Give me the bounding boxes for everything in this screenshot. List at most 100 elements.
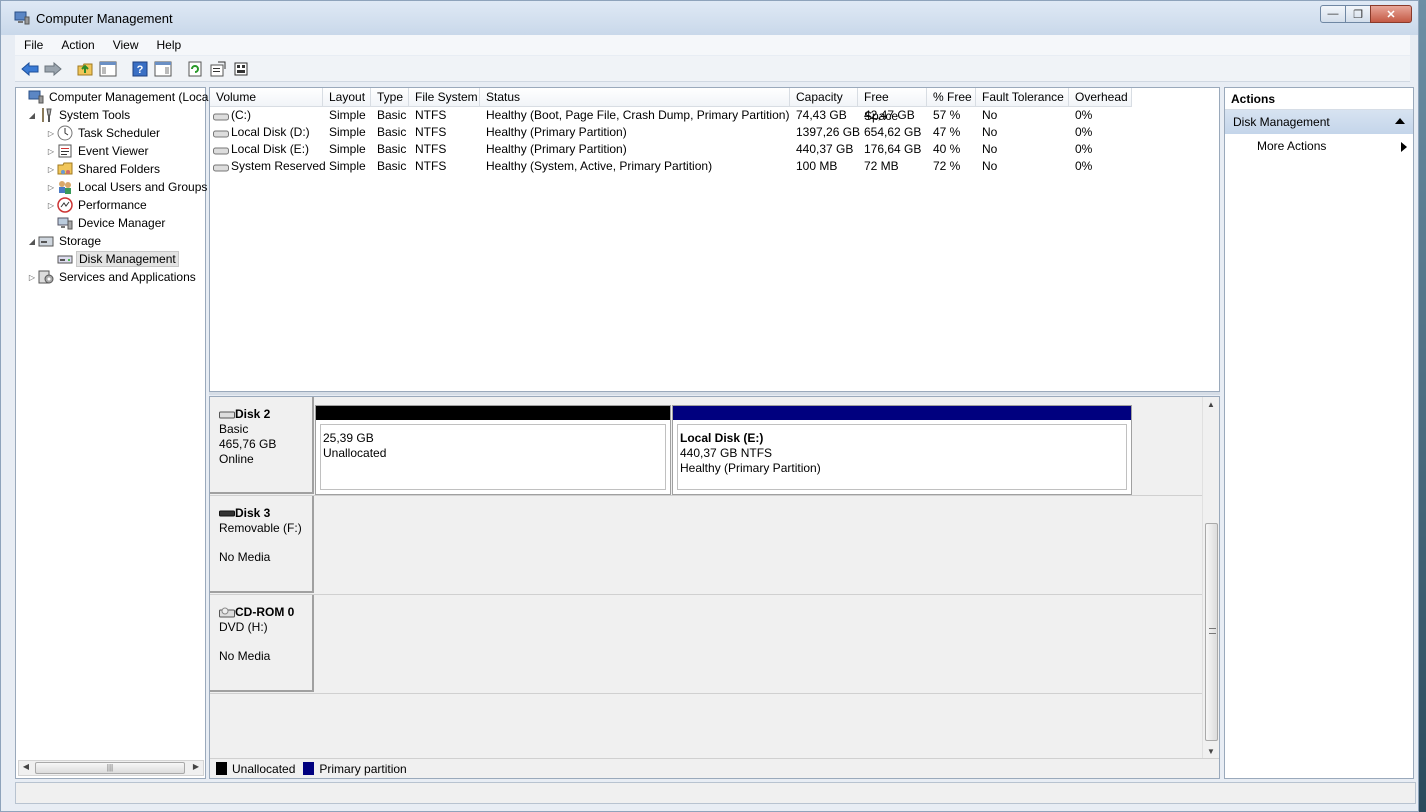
column-header-overhead[interactable]: Overhead bbox=[1069, 88, 1132, 107]
export-list-button[interactable] bbox=[230, 58, 252, 80]
collapsed-arrow-icon[interactable]: ▷ bbox=[45, 165, 57, 174]
refresh-button[interactable] bbox=[184, 58, 206, 80]
partition-status: Healthy (Primary Partition) bbox=[680, 461, 821, 475]
collapsed-arrow-icon[interactable]: ▷ bbox=[26, 273, 38, 282]
back-button[interactable] bbox=[19, 58, 41, 80]
tree-item-performance[interactable]: ▷ Performance bbox=[45, 196, 149, 214]
up-button[interactable] bbox=[74, 58, 96, 80]
column-header-volume[interactable]: Volume bbox=[210, 88, 323, 107]
collapsed-arrow-icon[interactable]: ▷ bbox=[45, 183, 57, 192]
more-actions-item[interactable]: More Actions bbox=[1225, 134, 1413, 158]
menu-view[interactable]: View bbox=[104, 38, 148, 52]
expanded-arrow-icon[interactable]: ◢ bbox=[26, 237, 38, 246]
tree-item-disk-management[interactable]: Disk Management bbox=[45, 250, 179, 268]
cell-layout: Simple bbox=[329, 142, 366, 156]
shared-folder-icon bbox=[57, 161, 73, 177]
scroll-up-icon[interactable]: ▲ bbox=[1203, 400, 1219, 409]
partition-unallocated[interactable]: 25,39 GB Unallocated bbox=[315, 405, 671, 495]
column-header-file-system[interactable]: File System bbox=[409, 88, 480, 107]
cell-type: Basic bbox=[377, 159, 407, 173]
unallocated-color-bar bbox=[316, 406, 670, 420]
cell-capacity: 74,43 GB bbox=[796, 108, 847, 122]
cell-file-system: NTFS bbox=[415, 125, 447, 139]
tree-item-device-manager[interactable]: Device Manager bbox=[45, 214, 167, 232]
pane-splitter[interactable] bbox=[209, 392, 1220, 395]
tree-item-task-scheduler[interactable]: ▷ Task Scheduler bbox=[45, 124, 162, 142]
column-header-type[interactable]: Type bbox=[371, 88, 409, 107]
menu-file[interactable]: File bbox=[15, 38, 52, 52]
scroll-left-icon[interactable]: ◀ bbox=[20, 762, 32, 771]
cell-volume: (C:) bbox=[231, 108, 251, 122]
tree-item-system-tools[interactable]: ◢ System Tools bbox=[26, 106, 132, 124]
disk-info-cd-rom-0[interactable]: CD-ROM 0 DVD (H:) No Media bbox=[210, 595, 314, 692]
cell-type: Basic bbox=[377, 142, 407, 156]
computer-management-icon bbox=[28, 89, 44, 105]
cell-capacity: 100 MB bbox=[796, 159, 838, 173]
disk-name: CD-ROM 0 bbox=[235, 605, 295, 619]
tree-item-event-viewer[interactable]: ▷ Event Viewer bbox=[45, 142, 150, 160]
partition-details: 25,39 GB Unallocated bbox=[320, 424, 666, 490]
collapsed-arrow-icon[interactable]: ▷ bbox=[45, 129, 57, 138]
disk-info-disk-2[interactable]: Disk 2 Basic 465,76 GB Online bbox=[210, 397, 314, 494]
scroll-down-icon[interactable]: ▼ bbox=[1203, 747, 1219, 756]
scrollbar-thumb[interactable]: ||| bbox=[35, 762, 185, 774]
tree-label: Services and Applications bbox=[59, 270, 196, 284]
cell-percent-free: 47 % bbox=[933, 125, 961, 139]
partition-name: Local Disk (E:) bbox=[680, 431, 764, 445]
show-hide-tree-button[interactable] bbox=[97, 58, 119, 80]
partition-local-disk-e[interactable]: Local Disk (E:) 440,37 GB NTFS Healthy (… bbox=[672, 405, 1132, 495]
show-hide-action-pane-button[interactable] bbox=[152, 58, 174, 80]
disk-name: Disk 2 bbox=[235, 407, 271, 421]
tree-item-computer-management[interactable]: Computer Management (Local bbox=[16, 88, 213, 106]
grip-icon bbox=[1209, 628, 1216, 634]
services-icon bbox=[38, 269, 54, 285]
disk-status: No Media bbox=[219, 649, 271, 663]
actions-pane: Actions Disk Management More Actions bbox=[1224, 87, 1414, 779]
column-header-percent-free[interactable]: % Free bbox=[927, 88, 976, 107]
maximize-button[interactable]: ❐ bbox=[1345, 5, 1371, 23]
column-header-capacity[interactable]: Capacity bbox=[790, 88, 858, 107]
tree-item-storage[interactable]: ◢ Storage bbox=[26, 232, 103, 250]
collapsed-arrow-icon[interactable]: ▷ bbox=[45, 147, 57, 156]
tree-horizontal-scrollbar[interactable]: ◀ ||| ▶ bbox=[18, 760, 204, 776]
tree-label: Task Scheduler bbox=[78, 126, 161, 140]
clock-icon bbox=[57, 125, 73, 141]
menu-action[interactable]: Action bbox=[52, 38, 103, 52]
column-header-free-space[interactable]: Free Space bbox=[858, 88, 927, 123]
disk-row-disk-3: Disk 3 Removable (F:) No Media bbox=[210, 496, 1203, 595]
column-header-fault-tolerance[interactable]: Fault Tolerance bbox=[976, 88, 1069, 107]
drive-icon bbox=[213, 164, 229, 172]
column-header-layout[interactable]: Layout bbox=[323, 88, 371, 107]
legend-swatch-unallocated bbox=[216, 762, 227, 775]
forward-button[interactable] bbox=[42, 58, 64, 80]
cell-type: Basic bbox=[377, 108, 407, 122]
properties-icon bbox=[210, 61, 226, 76]
tree-item-services-applications[interactable]: ▷ Services and Applications bbox=[26, 268, 198, 286]
tree-item-local-users[interactable]: ▷ Local Users and Groups bbox=[45, 178, 209, 196]
cell-file-system: NTFS bbox=[415, 108, 447, 122]
help-button[interactable]: ? bbox=[129, 58, 151, 80]
actions-section-disk-management[interactable]: Disk Management bbox=[1225, 110, 1413, 134]
column-header-status[interactable]: Status bbox=[480, 88, 790, 107]
tree-label: Disk Management bbox=[76, 251, 179, 267]
menu-help[interactable]: Help bbox=[148, 38, 191, 52]
tree-item-shared-folders[interactable]: ▷ Shared Folders bbox=[45, 160, 162, 178]
scroll-right-icon[interactable]: ▶ bbox=[190, 762, 202, 771]
expanded-arrow-icon[interactable]: ◢ bbox=[26, 111, 38, 120]
scrollbar-thumb[interactable] bbox=[1205, 523, 1218, 741]
disk-type: Basic bbox=[219, 422, 249, 436]
collapse-up-icon[interactable] bbox=[1395, 118, 1405, 124]
disk-view-vertical-scrollbar[interactable]: ▲ ▼ bbox=[1202, 397, 1219, 778]
restore-icon: ❐ bbox=[1353, 8, 1363, 21]
disk-row-cd-rom-0: CD-ROM 0 DVD (H:) No Media bbox=[210, 595, 1203, 694]
minimize-button[interactable]: — bbox=[1320, 5, 1346, 23]
close-button[interactable]: ✕ bbox=[1370, 5, 1412, 23]
drive-icon bbox=[213, 147, 229, 155]
title-bar[interactable]: Computer Management — ❐ ✕ bbox=[1, 1, 1418, 35]
cell-capacity: 440,37 GB bbox=[796, 142, 854, 156]
collapsed-arrow-icon[interactable]: ▷ bbox=[45, 201, 57, 210]
properties-button[interactable] bbox=[207, 58, 229, 80]
cell-fault-tolerance: No bbox=[982, 108, 998, 122]
disk-info-disk-3[interactable]: Disk 3 Removable (F:) No Media bbox=[210, 496, 314, 593]
